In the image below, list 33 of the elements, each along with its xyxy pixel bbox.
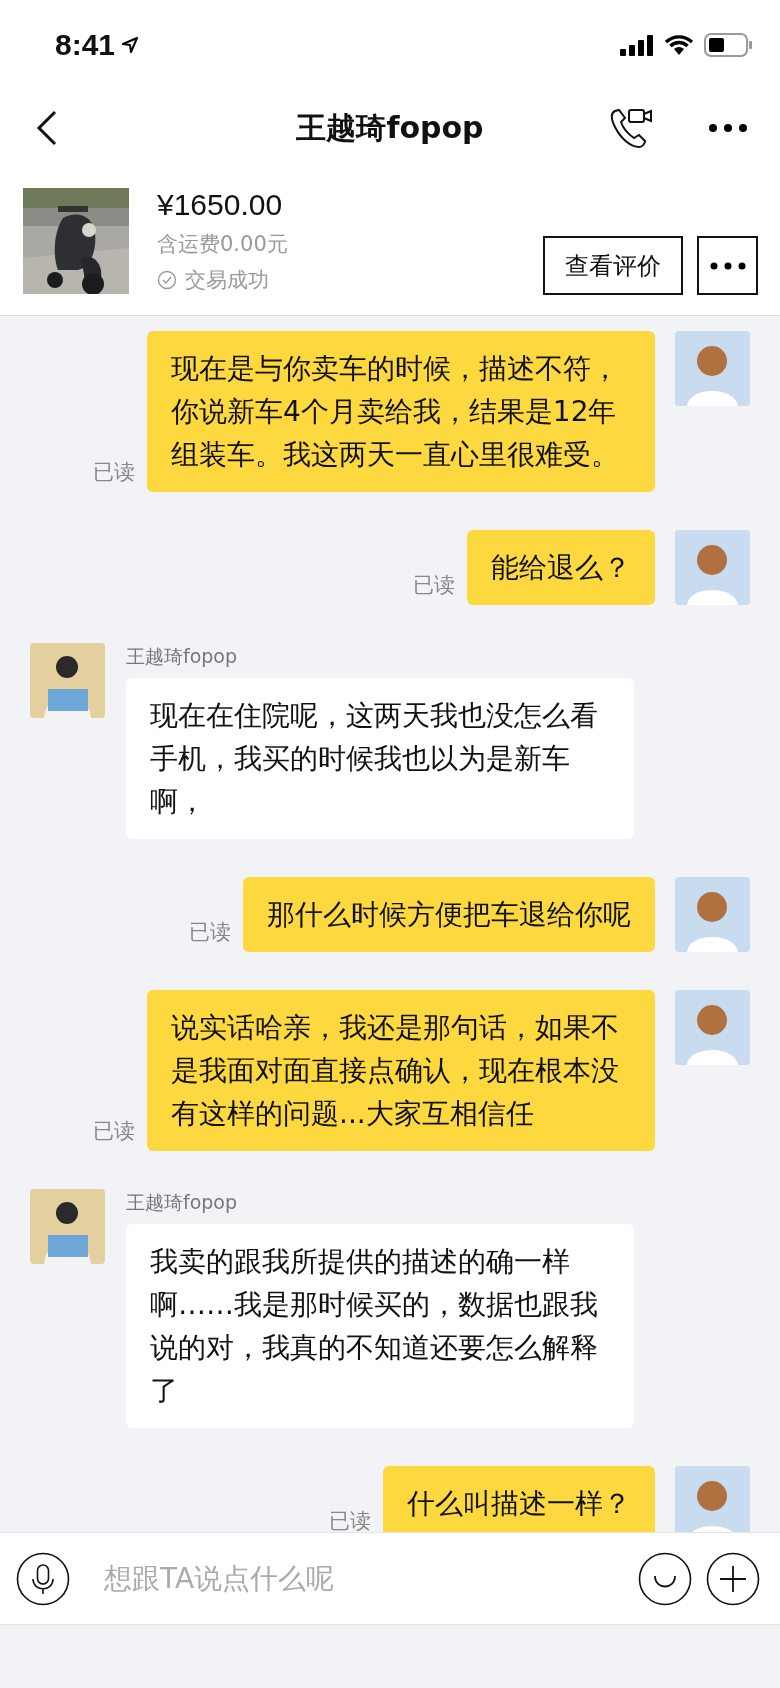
chat-title: 王越琦fopop	[296, 108, 484, 147]
message-bubble: 说实话哈亲，我还是那句话，如果不是我面对面直接点确认，现在根本没有这样的问题...大家互相信任	[147, 990, 655, 1151]
emoji-icon[interactable]	[638, 1551, 692, 1606]
more-icon[interactable]	[708, 123, 748, 133]
check-circle-icon	[157, 269, 177, 290]
sender-name: 王越琦fopop	[126, 644, 239, 669]
order-status: 交易成功	[185, 266, 269, 294]
battery-icon	[704, 33, 752, 57]
location-arrow-icon	[121, 36, 140, 54]
message-bubble: 能给退么？	[467, 530, 655, 605]
status-time: 8:41	[55, 28, 116, 62]
message-bubble: 现在在住院呢，这两天我也没怎么看手机，我买的时候我也以为是新车啊，	[126, 678, 634, 839]
message-bubble: 那什么时候方便把车退给你呢	[243, 877, 655, 952]
video-call-icon[interactable]	[609, 107, 653, 149]
read-receipt: 已读	[413, 572, 455, 599]
signal-icon	[620, 34, 654, 56]
read-receipt: 已读	[329, 1508, 371, 1532]
plus-icon[interactable]	[706, 1551, 760, 1606]
view-review-button[interactable]: 查看评价	[543, 236, 683, 295]
price: ¥1650.00	[157, 187, 284, 222]
more-button[interactable]	[697, 236, 758, 295]
wifi-icon	[664, 34, 694, 56]
sender-name: 王越琦fopop	[126, 1190, 239, 1215]
back-icon[interactable]	[36, 110, 58, 146]
more-icon	[709, 261, 746, 270]
message-bubble: 现在是与你卖车的时候，描述不符，你说新车4个月卖给我，结果是12年组装车。我这两天一直心里很难受。	[147, 331, 655, 492]
message-bubble: 什么叫描述一样？	[383, 1466, 655, 1532]
read-receipt: 已读	[93, 1118, 135, 1145]
shipping-fee: 含运费0.00元	[157, 230, 288, 258]
read-receipt: 已读	[93, 459, 135, 486]
message-bubble: 我卖的跟我所提供的描述的确一样啊……我是那时候买的，数据也跟我说的对，我真的不知道还要怎么解释了	[126, 1224, 634, 1428]
read-receipt: 已读	[189, 919, 231, 946]
microphone-icon[interactable]	[16, 1551, 70, 1606]
